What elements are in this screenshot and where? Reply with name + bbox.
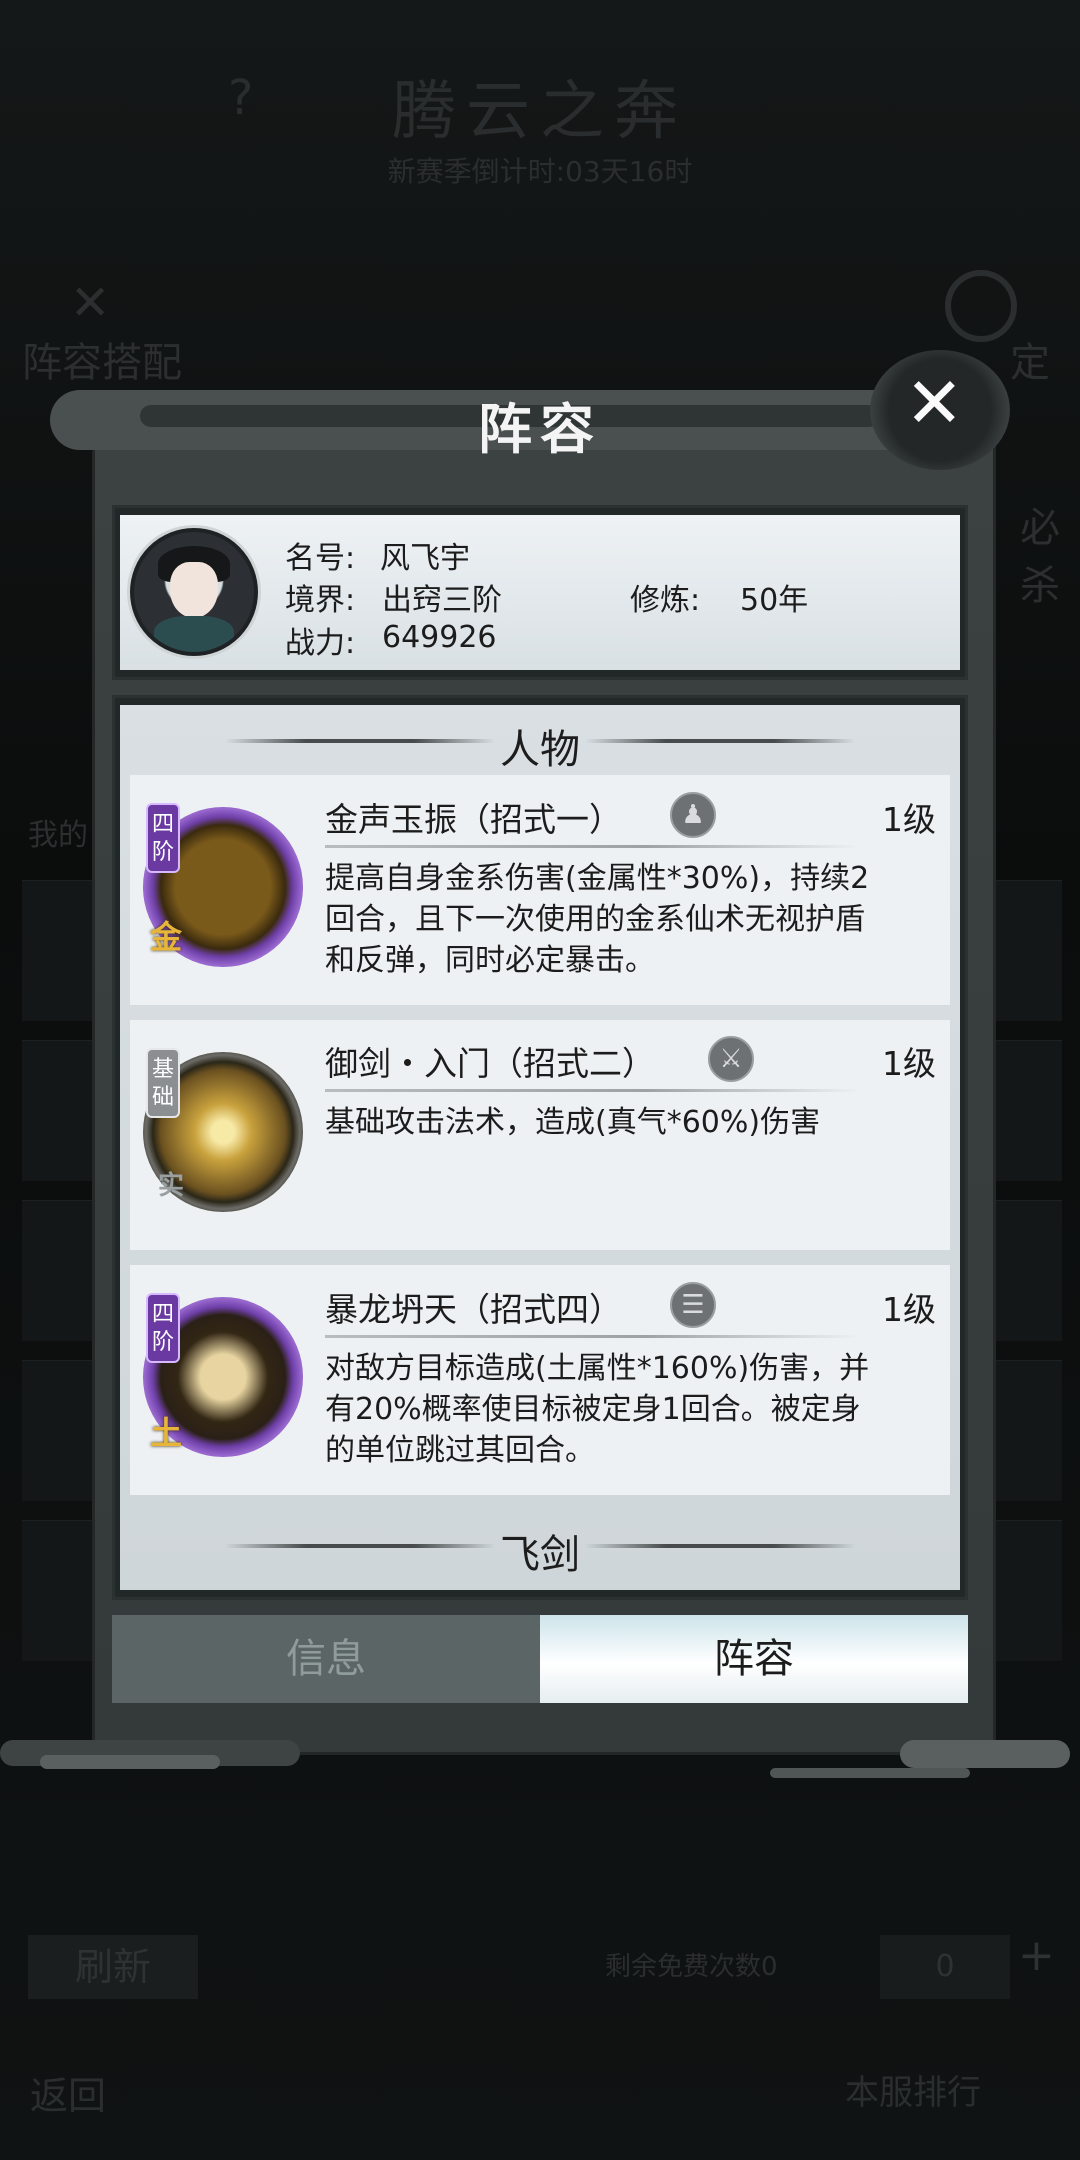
element-badge: 金 bbox=[150, 918, 183, 956]
refresh-button: 刷新 bbox=[28, 1935, 198, 1999]
skill-name: 御剑・入门（招式二） bbox=[325, 1044, 655, 1083]
ink-decoration bbox=[770, 1768, 970, 1778]
my-label: 我的 bbox=[28, 818, 88, 853]
server-rank-button: 本服排行 bbox=[845, 2073, 981, 2113]
tab-info[interactable]: 信息 bbox=[112, 1615, 540, 1703]
power-value: 649926 bbox=[382, 620, 497, 655]
figure-icon: ♟ bbox=[670, 792, 716, 838]
divider bbox=[325, 845, 860, 848]
dialog-tabs: 信息 阵容 bbox=[112, 1615, 968, 1703]
plus-button: + bbox=[1018, 1930, 1055, 1981]
ink-decoration bbox=[900, 1740, 1070, 1768]
avatar[interactable] bbox=[130, 528, 258, 656]
sword-icon: ⚔ bbox=[708, 1036, 754, 1082]
lineup-icon: ✕ bbox=[70, 275, 111, 331]
back-button: 返回 bbox=[30, 2074, 107, 2118]
element-badge: 实 bbox=[158, 1171, 185, 1201]
realm-label: 境界: bbox=[285, 583, 356, 618]
group-icon: ☰ bbox=[670, 1282, 716, 1328]
lineup-setup-button: 阵容搭配 bbox=[22, 340, 182, 386]
section-title: 飞剑 bbox=[500, 1532, 580, 1578]
skill-description: 对敌方目标造成(土属性*160%)伤害，并有20%概率使目标被定身1回合。被定身… bbox=[325, 1351, 870, 1468]
close-button[interactable]: ✕ bbox=[845, 330, 1035, 480]
divider bbox=[325, 1335, 860, 1338]
rank-tag: 基础 bbox=[146, 1048, 180, 1118]
section-header-sword: 飞剑 bbox=[120, 1510, 960, 1580]
skill-name: 金声玉振（招式一） bbox=[325, 800, 622, 839]
section-title: 人物 bbox=[500, 727, 580, 773]
element-badge: 土 bbox=[150, 1414, 183, 1452]
ink-decoration bbox=[40, 1755, 220, 1769]
skill-description: 提高自身金系伤害(金属性*30%)，持续2回合，且下一次使用的金系仙术无视护盾和… bbox=[325, 861, 870, 978]
skill-level: 1级 bbox=[882, 1044, 936, 1083]
divider bbox=[325, 1089, 860, 1092]
realm-value: 出窍三阶 bbox=[382, 583, 502, 618]
tab-lineup[interactable]: 阵容 bbox=[540, 1615, 968, 1703]
section-header-character: 人物 bbox=[120, 705, 960, 775]
rank-tag: 四阶 bbox=[146, 1293, 180, 1363]
season-countdown: 新赛季倒计时:03天16时 bbox=[387, 155, 693, 188]
background-title: 腾云之奔 bbox=[392, 75, 688, 149]
rank-tag: 四阶 bbox=[146, 803, 180, 873]
name-value: 风飞宇 bbox=[380, 541, 470, 576]
skill-level: 1级 bbox=[882, 1290, 936, 1329]
background-right-label-2: 必杀 bbox=[1020, 505, 1060, 609]
free-count-label: 剩余免费次数0 bbox=[605, 1952, 778, 1982]
skill-description: 基础攻击法术，造成(真气*60%)伤害 bbox=[325, 1105, 821, 1140]
name-label: 名号: bbox=[285, 541, 356, 576]
close-icon: ✕ bbox=[905, 362, 964, 444]
skill-name: 暴龙坍天（招式四） bbox=[325, 1290, 622, 1329]
cultivation-label: 修炼: bbox=[630, 583, 701, 618]
count-field: 0 bbox=[880, 1935, 1010, 1999]
cultivation-value: 50年 bbox=[740, 583, 809, 618]
skill-level: 1级 bbox=[882, 800, 936, 839]
power-label: 战力: bbox=[285, 626, 356, 661]
